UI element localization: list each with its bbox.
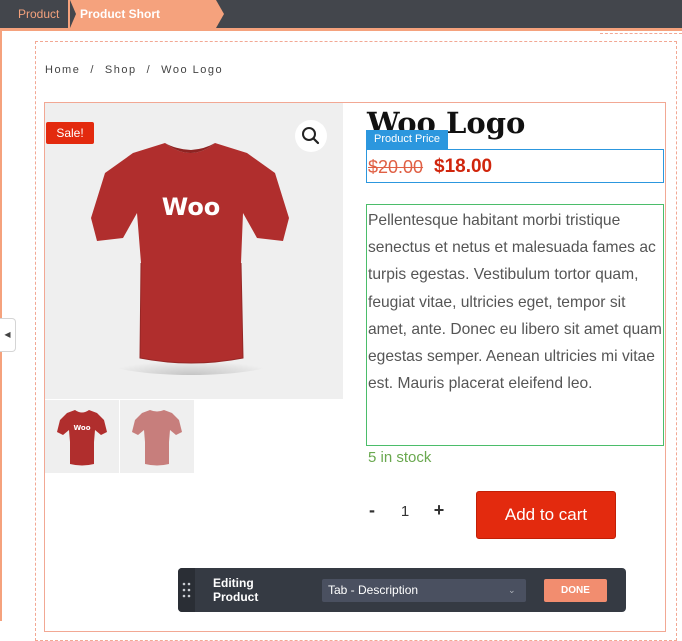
breadcrumb-separator: / [146,64,152,76]
editing-label: Editing Product [213,576,258,604]
product-thumbnail[interactable] [120,400,194,473]
breadcrumb-current: Woo Logo [161,64,224,76]
tab-select[interactable]: Tab - Description [322,579,526,602]
breadcrumb-home[interactable]: Home [45,64,80,76]
editing-label-line2: Product [213,590,259,604]
quantity-input[interactable]: 1 [396,503,414,520]
search-icon [302,127,320,145]
zoom-button[interactable] [295,120,327,152]
builder-breadcrumb-short-description[interactable]: Product Short Description [68,0,224,49]
short-description: Pellentesque habitant morbi tristique se… [368,212,662,393]
stock-status: 5 in stock [368,449,432,466]
drag-handle-icon[interactable] [178,568,195,612]
price-module-label[interactable]: Product Price [366,130,448,149]
builder-breadcrumb-product[interactable]: Product [0,0,76,28]
add-to-cart-button[interactable]: Add to cart [476,491,616,539]
quantity-decrement-button[interactable]: - [366,500,378,521]
topbar-divider [0,28,682,31]
breadcrumb-shop[interactable]: Shop [105,64,137,76]
chevron-down-icon[interactable]: ⌄ [508,579,516,602]
editing-label-line1: Editing [213,576,254,590]
product-thumbnail[interactable]: Woo [45,400,119,473]
done-button[interactable]: DONE [544,579,607,602]
tshirt-thumbnail-image: Woo [57,410,107,466]
breadcrumb: Home / Shop / Woo Logo [45,64,233,76]
sale-badge: Sale! [46,122,94,144]
collapse-left-icon[interactable]: ◀ [0,318,16,352]
shirt-text: Woo [162,193,221,221]
tshirt-back-thumbnail-image [132,410,182,466]
section-outline [600,33,682,34]
quantity-increment-button[interactable]: + [432,500,446,521]
thumbnail-shirt-text: Woo [73,424,90,432]
breadcrumb-separator: / [90,64,95,76]
old-price: $20.00 [368,157,424,177]
sale-price: $18.00 [434,156,493,177]
